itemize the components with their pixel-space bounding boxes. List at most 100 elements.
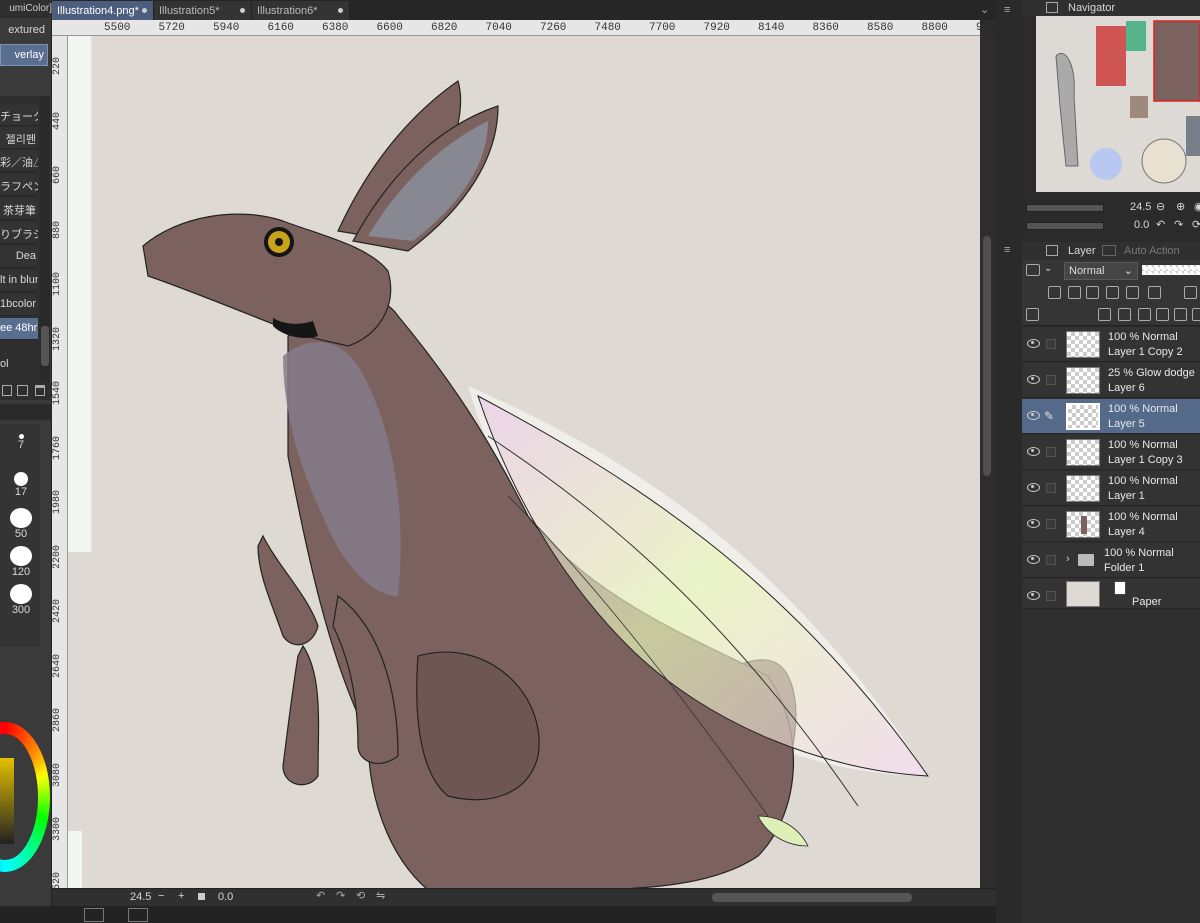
brush-item[interactable]: Dea [0,246,38,268]
navigator-zoom-value[interactable]: 24.5 [1130,201,1151,213]
brush-item[interactable]: りブラシ [0,222,38,244]
brush-item[interactable]: 1bcolor [0,294,38,316]
reset-rotation-icon[interactable]: ⟳ [1192,218,1200,231]
eye-icon[interactable] [1027,483,1040,492]
clip-icon[interactable] [1048,286,1061,299]
eye-icon[interactable] [1027,339,1040,348]
new-vector-layer-icon[interactable] [1118,308,1131,321]
brush-item[interactable]: チョーク [0,104,38,126]
zoom-value[interactable]: 24.5 [130,891,151,903]
brush-item[interactable]: 젤리펜 [0,127,38,149]
chevron-down-icon[interactable]: ⌄ [1044,263,1052,274]
eye-icon[interactable] [1027,555,1040,564]
fit-icon[interactable]: ◉ [1194,200,1200,213]
layer-lock-checkbox[interactable] [1046,483,1056,493]
new-raster-layer-icon[interactable] [1098,308,1111,321]
ruler-icon[interactable] [1184,286,1197,299]
menu-icon[interactable]: ≡ [1004,244,1010,256]
copy-icon[interactable] [2,385,12,396]
panel-toggle-icon[interactable] [84,908,104,922]
merge-icon[interactable] [1174,308,1187,321]
folder-row[interactable]: › 100 % Normal Folder 1 [1022,543,1200,578]
new-folder-icon[interactable] [1138,308,1151,321]
scroll-thumb[interactable] [41,326,49,366]
lock-alpha-icon[interactable] [1126,286,1139,299]
eye-icon[interactable] [1027,411,1040,420]
brush-item[interactable]: ラフペン [0,174,38,196]
layer-settings-icon[interactable] [1026,308,1039,321]
navigator-title[interactable]: Navigator [1068,2,1115,14]
tab-illustration4[interactable]: Illustration4.png* [52,1,154,20]
rotate-left-icon[interactable]: ↶ [1156,218,1165,231]
layer-lock-checkbox[interactable] [1046,555,1056,565]
rotate-right-icon[interactable]: ↷ [336,889,345,902]
reset-rotation-icon[interactable]: ⟲ [356,889,365,902]
brush-item-selected[interactable]: ee 48hr) [0,318,38,340]
brush-item[interactable]: ol [0,354,38,376]
rotation-value[interactable]: 0.0 [218,891,233,903]
tab-layer[interactable]: Layer [1068,245,1096,257]
layer-color-icon[interactable] [1026,264,1040,276]
add-icon[interactable] [17,385,28,396]
delete-layer-icon[interactable] [1192,308,1200,321]
eye-icon[interactable] [1027,447,1040,456]
brush-list-scrollbar[interactable] [40,96,50,386]
brush-set-textured[interactable]: extured [0,20,48,42]
layer-row[interactable]: 100 % Normal Layer 1 Copy 2 [1022,327,1200,362]
panel-toggle-icon[interactable] [128,908,148,922]
layer-lock-checkbox[interactable] [1046,519,1056,529]
rotate-left-icon[interactable]: ↶ [316,889,325,902]
layer-lock-checkbox[interactable] [1046,375,1056,385]
tab-auto-action[interactable]: Auto Action [1124,245,1180,257]
transfer-icon[interactable] [1156,308,1169,321]
layer-row[interactable]: 25 % Glow dodge Layer 6 [1022,363,1200,398]
brush-size-17[interactable]: 17 [10,472,32,506]
flip-icon[interactable]: ⇋ [376,889,385,902]
paper-layer-row[interactable]: Paper [1022,579,1200,609]
eye-icon[interactable] [1027,375,1040,384]
scroll-thumb[interactable] [983,236,991,476]
zoom-slider[interactable] [1026,204,1104,212]
trash-icon[interactable] [35,385,45,396]
chevron-right-icon[interactable]: › [1066,553,1070,565]
zoom-in-button[interactable]: + [178,890,184,902]
brush-size-50[interactable]: 50 [10,508,32,542]
zoom-in-icon[interactable]: ⊕ [1176,200,1185,213]
zoom-out-button[interactable]: − [158,890,164,902]
layer-row[interactable]: 100 % Normal Layer 1 Copy 3 [1022,435,1200,470]
layer-lock-checkbox[interactable] [1046,339,1056,349]
brush-size-7[interactable]: 7 [10,434,32,468]
brush-item[interactable]: lt in blur [0,270,38,292]
navigator-preview[interactable] [1036,16,1200,192]
draft-icon[interactable] [1086,286,1099,299]
menu-icon[interactable]: ≡ [1004,4,1010,16]
layer-lock-checkbox[interactable] [1046,447,1056,457]
color-square[interactable] [0,758,14,844]
canvas-horizontal-scrollbar[interactable] [712,893,912,902]
drawing-canvas[interactable] [68,36,980,890]
layer-row-selected[interactable]: ✎ 100 % Normal Layer 5 [1022,399,1200,434]
layer-row[interactable]: 100 % Normal Layer 4 [1022,507,1200,542]
tab-illustration6[interactable]: Illustration6* [252,1,350,20]
tab-illustration5[interactable]: Illustration5* [154,1,252,20]
navigator-rotation-value[interactable]: 0.0 [1134,219,1149,231]
opacity-slider[interactable] [1142,265,1200,275]
eye-icon[interactable] [1027,591,1040,600]
chevron-down-icon[interactable]: ⌄ [980,3,989,16]
stop-icon[interactable] [198,893,205,900]
brush-size-120[interactable]: 120 [10,546,32,580]
brush-item[interactable]: 彩／油△ [0,150,38,172]
brush-item[interactable]: 茶芽筆 [0,198,38,220]
layer-row[interactable]: 100 % Normal Layer 1 [1022,471,1200,506]
brush-size-300[interactable]: 300 [10,584,32,618]
lock-icon[interactable] [1106,286,1119,299]
rotate-right-icon[interactable]: ↷ [1174,218,1183,231]
rotation-slider[interactable] [1026,222,1104,230]
reference-icon[interactable] [1068,286,1081,299]
canvas-vertical-scrollbar[interactable] [980,36,994,890]
eye-icon[interactable] [1027,519,1040,528]
blend-mode-select[interactable]: Normal ⌄ [1064,262,1138,280]
zoom-out-icon[interactable]: ⊖ [1156,200,1165,213]
mask-icon[interactable] [1148,286,1161,299]
brush-set-overlay[interactable]: verlay [0,44,48,66]
